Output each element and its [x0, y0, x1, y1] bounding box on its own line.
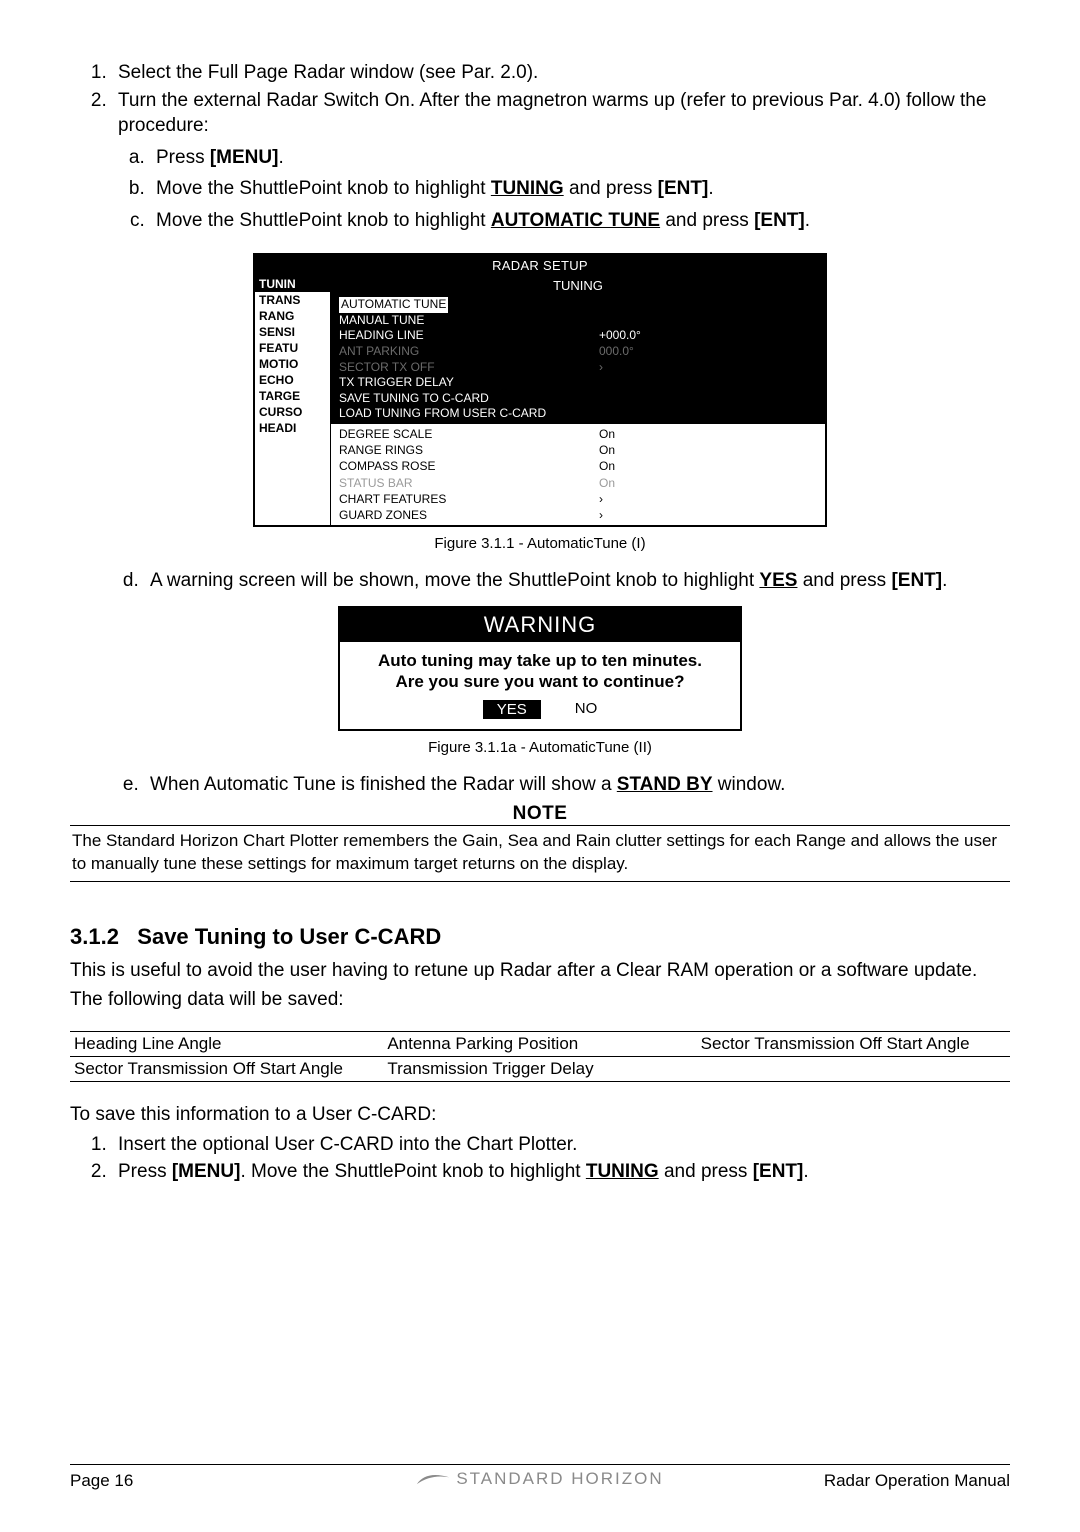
side-tab: FEATU	[255, 340, 330, 356]
radar-setup-screen: RADAR SETUP TUNIN TRANS RANG SENSI FEATU…	[253, 253, 827, 527]
radar-title: RADAR SETUP	[255, 255, 825, 276]
save-step-2: Press [MENU]. Move the ShuttlePoint knob…	[112, 1159, 1010, 1185]
warning-no-button[interactable]: NO	[575, 700, 598, 719]
overlay-list: DEGREE SCALEOn RANGE RINGSOn COMPASS ROS…	[331, 424, 825, 525]
table-row: Heading Line Angle Antenna Parking Posit…	[70, 1032, 1010, 1057]
swoosh-icon	[416, 1471, 450, 1487]
table-cell: Antenna Parking Position	[383, 1032, 696, 1056]
side-tab: ECHO	[255, 372, 330, 388]
sub-steps-continued-2: When Automatic Tune is finished the Rada…	[70, 770, 1010, 799]
brand-text: STANDARD HORIZON	[456, 1469, 663, 1489]
substep-d: A warning screen will be shown, move the…	[144, 566, 1010, 595]
side-tab: TRANS	[255, 292, 330, 308]
side-tab: MOTIO	[255, 356, 330, 372]
menu-item: LOAD TUNING FROM USER C-CARD	[339, 406, 599, 422]
menu-item: SECTOR TX OFF	[339, 360, 599, 376]
list-item: DEGREE SCALE	[339, 426, 599, 442]
substep-e: When Automatic Tune is finished the Rada…	[144, 770, 1010, 799]
brand-logo: STANDARD HORIZON	[416, 1469, 663, 1489]
table-cell: Transmission Trigger Delay	[383, 1057, 696, 1081]
table-cell: Sector Transmission Off Start Angle	[697, 1032, 1010, 1056]
note-block: The Standard Horizon Chart Plotter remem…	[70, 825, 1010, 881]
radar-side-tabs: TUNIN TRANS RANG SENSI FEATU MOTIO ECHO …	[255, 276, 331, 525]
list-item: CHART FEATURES	[339, 491, 599, 507]
figure-warning: WARNING Auto tuning may take up to ten m…	[70, 606, 1010, 732]
warning-line-1: Auto tuning may take up to ten minutes.	[346, 650, 734, 671]
warning-title: WARNING	[340, 608, 740, 642]
radar-subtitle: TUNING	[331, 276, 825, 295]
side-tab: SENSI	[255, 324, 330, 340]
menu-item: TX TRIGGER DELAY	[339, 375, 599, 391]
manual-page: Select the Full Page Radar window (see P…	[0, 0, 1080, 1532]
page-footer: Page 16 STANDARD HORIZON Radar Operation…	[70, 1464, 1010, 1492]
menu-item: SAVE TUNING TO C-CARD	[339, 391, 599, 407]
saved-data-table: Heading Line Angle Antenna Parking Posit…	[70, 1031, 1010, 1082]
save-steps-list: Insert the optional User C-CARD into the…	[70, 1132, 1010, 1185]
step-1: Select the Full Page Radar window (see P…	[112, 60, 1010, 86]
side-tab: TUNIN	[255, 276, 330, 292]
side-tab: RANG	[255, 308, 330, 324]
menu-item-auto-tune: AUTOMATIC TUNE	[339, 297, 448, 313]
section-paragraph-2: The following data will be saved:	[70, 987, 1010, 1013]
substep-c: Move the ShuttlePoint knob to highlight …	[150, 206, 1010, 235]
tuning-menu: AUTOMATIC TUNE MANUAL TUNE HEADING LINE+…	[331, 295, 825, 424]
table-row: Sector Transmission Off Start Angle Tran…	[70, 1057, 1010, 1081]
footer-doc-title: Radar Operation Manual	[697, 1471, 1010, 1491]
warning-line-2: Are you sure you want to continue?	[346, 671, 734, 692]
warning-dialog: WARNING Auto tuning may take up to ten m…	[338, 606, 742, 732]
table-cell: Heading Line Angle	[70, 1032, 383, 1056]
figure-caption-1: Figure 3.1.1 - AutomaticTune (I)	[70, 535, 1010, 552]
substep-b: Move the ShuttlePoint knob to highlight …	[150, 174, 1010, 203]
figure-radar-setup: RADAR SETUP TUNIN TRANS RANG SENSI FEATU…	[70, 253, 1010, 527]
step-2: Turn the external Radar Switch On. After…	[112, 88, 1010, 236]
menu-item: MANUAL TUNE	[339, 313, 599, 329]
list-item: RANGE RINGS	[339, 442, 599, 458]
sub-steps-list: Press [MENU]. Move the ShuttlePoint knob…	[118, 143, 1010, 235]
side-tab: TARGE	[255, 388, 330, 404]
main-steps-list: Select the Full Page Radar window (see P…	[70, 60, 1010, 235]
menu-item: ANT PARKING	[339, 344, 599, 360]
list-item: STATUS BAR	[339, 475, 599, 491]
figure-caption-2: Figure 3.1.1a - AutomaticTune (II)	[70, 739, 1010, 756]
save-step-1: Insert the optional User C-CARD into the…	[112, 1132, 1010, 1158]
note-heading: NOTE	[70, 803, 1010, 825]
warning-yes-button[interactable]: YES	[483, 700, 541, 719]
menu-item: HEADING LINE	[339, 328, 599, 344]
list-item: GUARD ZONES	[339, 507, 599, 523]
substep-a: Press [MENU].	[150, 143, 1010, 172]
footer-page-number: Page 16	[70, 1471, 383, 1491]
sub-steps-continued: A warning screen will be shown, move the…	[70, 566, 1010, 595]
list-item: COMPASS ROSE	[339, 458, 599, 474]
section-paragraph-1: This is useful to avoid the user having …	[70, 958, 1010, 984]
table-cell	[697, 1057, 1010, 1081]
save-intro: To save this information to a User C-CAR…	[70, 1102, 1010, 1128]
section-heading: 3.1.2 Save Tuning to User C-CARD	[70, 924, 1010, 950]
table-cell: Sector Transmission Off Start Angle	[70, 1057, 383, 1081]
side-tab: CURSO	[255, 404, 330, 420]
side-tab: HEADI	[255, 420, 330, 436]
